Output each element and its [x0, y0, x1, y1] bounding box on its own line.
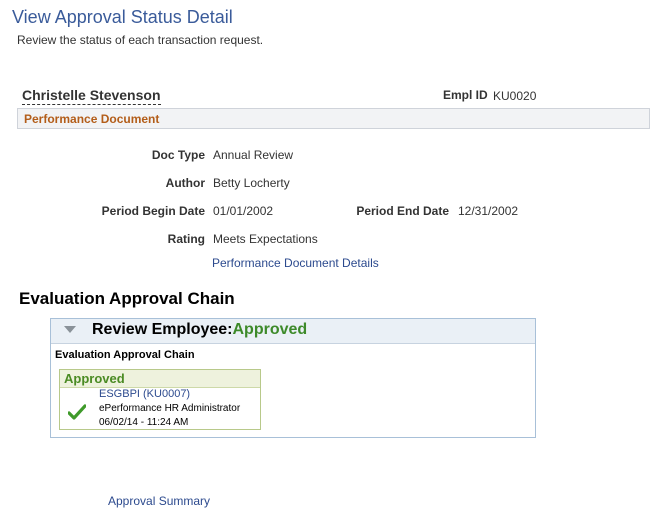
doc-type-label: Doc Type: [151, 148, 205, 162]
period-end-label: Period End Date: [356, 204, 449, 218]
approval-step-label: Review Employee:: [92, 321, 233, 338]
rating-value: Meets Expectations: [213, 232, 318, 246]
employee-name[interactable]: Christelle Stevenson: [22, 87, 161, 105]
approval-chain-subtitle: Evaluation Approval Chain: [55, 349, 195, 361]
period-end-value: 12/31/2002: [458, 204, 519, 218]
approval-summary-link[interactable]: Approval Summary: [108, 494, 210, 508]
author-value: Betty Locherty: [213, 176, 290, 190]
approval-chain-header[interactable]: Review Employee:Approved: [51, 319, 535, 344]
collapse-triangle-icon[interactable]: [64, 326, 76, 333]
doc-type-value: Annual Review: [213, 148, 294, 162]
approval-chain-panel: Review Employee:Approved Evaluation Appr…: [50, 318, 536, 438]
approver-status-header: Approved: [60, 370, 260, 388]
author-label: Author: [165, 176, 205, 190]
section-title: Performance Document: [24, 112, 160, 126]
approval-step-title: Review Employee:Approved: [92, 321, 307, 339]
approver-card: Approved ESGBPI (KU0007) ePerformance HR…: [59, 369, 261, 430]
period-begin-value: 01/01/2002: [213, 204, 274, 218]
page-title: View Approval Status Detail: [12, 7, 233, 27]
approval-step-status: Approved: [232, 321, 308, 338]
checkmark-icon: [68, 404, 86, 420]
approver-name-link[interactable]: ESGBPI (KU0007): [99, 388, 190, 400]
performance-document-details-link[interactable]: Performance Document Details: [212, 256, 379, 270]
performance-document-section-header: Performance Document: [17, 108, 650, 129]
period-begin-label: Period Begin Date: [101, 204, 205, 218]
empl-id-value: KU0020: [493, 89, 537, 103]
page-description: Review the status of each transaction re…: [17, 33, 264, 47]
approval-datetime: 06/02/14 - 11:24 AM: [99, 417, 189, 428]
approver-role: ePerformance HR Administrator: [99, 403, 241, 414]
approval-chain-title: Evaluation Approval Chain: [19, 289, 235, 308]
approver-status: Approved: [64, 371, 125, 386]
empl-id-label: Empl ID: [443, 88, 488, 102]
rating-label: Rating: [167, 232, 205, 246]
